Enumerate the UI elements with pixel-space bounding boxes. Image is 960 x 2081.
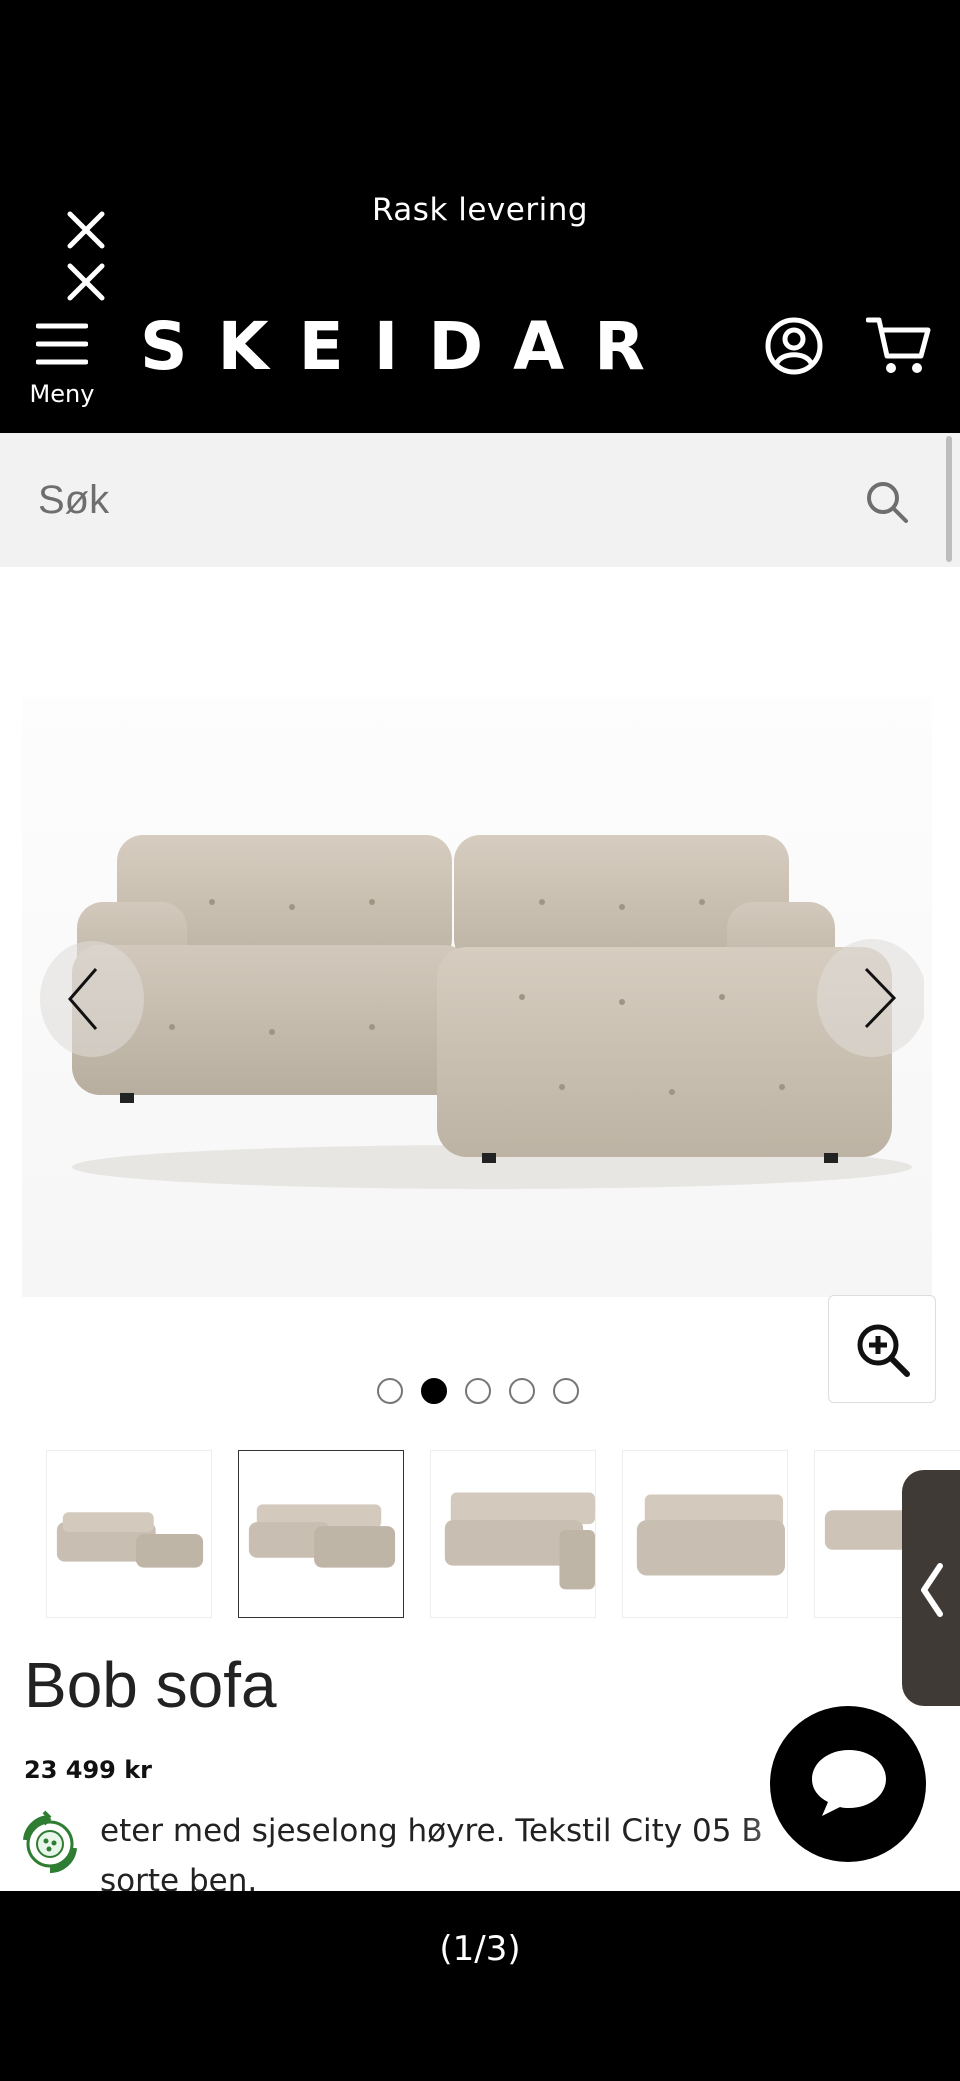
promo-banner: Rask levering — [371, 192, 589, 228]
sofa-illustration — [72, 835, 912, 1189]
zoom-button[interactable] — [828, 1295, 936, 1403]
search-icon[interactable] — [864, 479, 910, 525]
search-bar — [0, 433, 946, 567]
pager-indicator: (1/3) — [439, 1929, 521, 1969]
chat-button[interactable] — [770, 1706, 926, 1862]
zoom-in-icon — [857, 1324, 910, 1377]
carousel-dot[interactable] — [553, 1378, 579, 1404]
account-icon[interactable] — [764, 316, 824, 376]
chevron-left-icon — [921, 1563, 943, 1617]
scrollbar-thumb[interactable] — [946, 436, 952, 562]
thumbnail[interactable] — [622, 1450, 788, 1618]
product-image[interactable] — [22, 697, 932, 1297]
previous-image-button[interactable] — [40, 941, 144, 1057]
carousel-dot[interactable] — [377, 1378, 403, 1404]
thumbnail[interactable] — [430, 1450, 596, 1618]
menu-button[interactable]: Meny — [28, 320, 96, 420]
close-icon[interactable] — [66, 262, 106, 302]
status-bar — [0, 0, 960, 160]
site-header: Rask levering Meny SKEIDAR — [0, 160, 960, 433]
chat-bubble-icon — [812, 1750, 886, 1816]
carousel-dot[interactable] — [509, 1378, 535, 1404]
thumbnail[interactable] — [46, 1450, 212, 1618]
description-line: eter med sjeselong høyre. Tekstil City 0… — [100, 1813, 763, 1849]
brand-logo[interactable]: SKEIDAR — [140, 307, 660, 387]
bottom-bar: (1/3) — [0, 1891, 960, 2081]
close-icon[interactable] — [66, 210, 106, 250]
hamburger-icon — [36, 323, 88, 365]
carousel-dot[interactable] — [465, 1378, 491, 1404]
thumbnail-strip — [0, 1450, 960, 1620]
product-price: 23 499 kr — [24, 1756, 153, 1784]
eco-recycle-icon[interactable] — [16, 1810, 84, 1878]
cart-icon[interactable] — [866, 314, 932, 376]
carousel-dots — [377, 1378, 587, 1404]
menu-label: Meny — [29, 380, 95, 408]
side-drawer-tab[interactable] — [902, 1470, 960, 1706]
thumbnail-active[interactable] — [238, 1450, 404, 1618]
next-image-button[interactable] — [814, 939, 924, 1057]
product-gallery — [0, 567, 960, 1417]
product-title: Bob sofa — [24, 1649, 277, 1721]
search-input[interactable] — [38, 463, 838, 537]
carousel-dot-active[interactable] — [421, 1378, 447, 1404]
